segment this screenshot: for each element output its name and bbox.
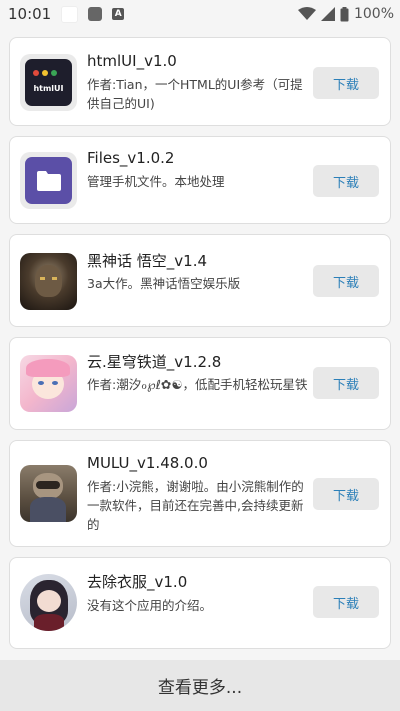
app-title: 去除衣服_v1.0 xyxy=(87,573,188,591)
app-title: htmlUI_v1.0 xyxy=(87,52,177,70)
app-card-6: 去除衣服_v1.0 没有这个应用的介绍。 下载 xyxy=(9,557,391,649)
download-button[interactable]: 下载 xyxy=(313,586,379,618)
app-card-mulu: MULU_v1.48.0.0 作者:小浣熊，谢谢啦。由小浣熊制作的一款软件，目前… xyxy=(9,440,391,547)
htmlui-app-icon: htmlUI xyxy=(20,54,77,111)
download-button[interactable]: 下载 xyxy=(313,67,379,99)
a-badge-icon: A xyxy=(112,8,125,20)
app-card-files: Files_v1.0.2 管理手机文件。本地处理 下载 xyxy=(9,136,391,224)
status-time: 10:01 xyxy=(8,5,52,23)
app-description: 3a大作。黑神话悟空娱乐版 xyxy=(87,276,241,291)
files-app-icon xyxy=(20,152,77,209)
app-description: 管理手机文件。本地处理 xyxy=(87,174,225,189)
app-title: MULU_v1.48.0.0 xyxy=(87,454,208,472)
mulu-app-icon xyxy=(20,465,77,522)
app-description: 没有这个应用的介绍。 xyxy=(87,598,213,613)
white-square-icon xyxy=(61,5,79,23)
view-more-button[interactable]: 查看更多... xyxy=(0,660,400,711)
app-title: 云.星穹铁道_v1.2.8 xyxy=(87,353,222,371)
app-title: Files_v1.0.2 xyxy=(87,149,175,167)
app-description: 作者:潮汐ℴ℘ℓ✿☯，低配手机轻松玩星铁 xyxy=(87,377,308,392)
starrail-app-icon xyxy=(20,355,77,412)
battery-icon xyxy=(340,6,349,21)
gray-square-icon xyxy=(88,7,103,21)
signal-icon xyxy=(320,7,335,21)
app-card-htmlui: htmlUI htmlUI_v1.0 作者:Tian，一个HTML的UI参考（可… xyxy=(9,37,391,126)
download-button[interactable]: 下载 xyxy=(313,478,379,510)
app-card-starrail: 云.星穹铁道_v1.2.8 作者:潮汐ℴ℘ℓ✿☯，低配手机轻松玩星铁 下载 xyxy=(9,337,391,430)
app-description: 作者:小浣熊，谢谢啦。由小浣熊制作的一款软件，目前还在完善中,会持续更新的 xyxy=(87,479,304,532)
status-right: 100% xyxy=(297,6,394,22)
app-list: htmlUI htmlUI_v1.0 作者:Tian，一个HTML的UI参考（可… xyxy=(9,37,391,659)
app-card-wukong: 黑神话 悟空_v1.4 3a大作。黑神话悟空娱乐版 下载 xyxy=(9,234,391,327)
folder-icon xyxy=(36,170,61,191)
download-button[interactable]: 下载 xyxy=(313,367,379,399)
wukong-app-icon xyxy=(20,253,77,310)
app-description: 作者:Tian，一个HTML的UI参考（可提供自己的UI) xyxy=(87,77,303,111)
download-button[interactable]: 下载 xyxy=(313,265,379,297)
wifi-icon xyxy=(297,7,316,20)
anime-girl-app-icon xyxy=(20,574,77,631)
status-bar: 10:01 A 100% xyxy=(0,0,400,28)
app-title: 黑神话 悟空_v1.4 xyxy=(87,252,208,270)
battery-percent: 100% xyxy=(353,6,394,22)
download-button[interactable]: 下载 xyxy=(313,165,379,197)
htmlui-icon-text: htmlUI xyxy=(33,84,64,93)
